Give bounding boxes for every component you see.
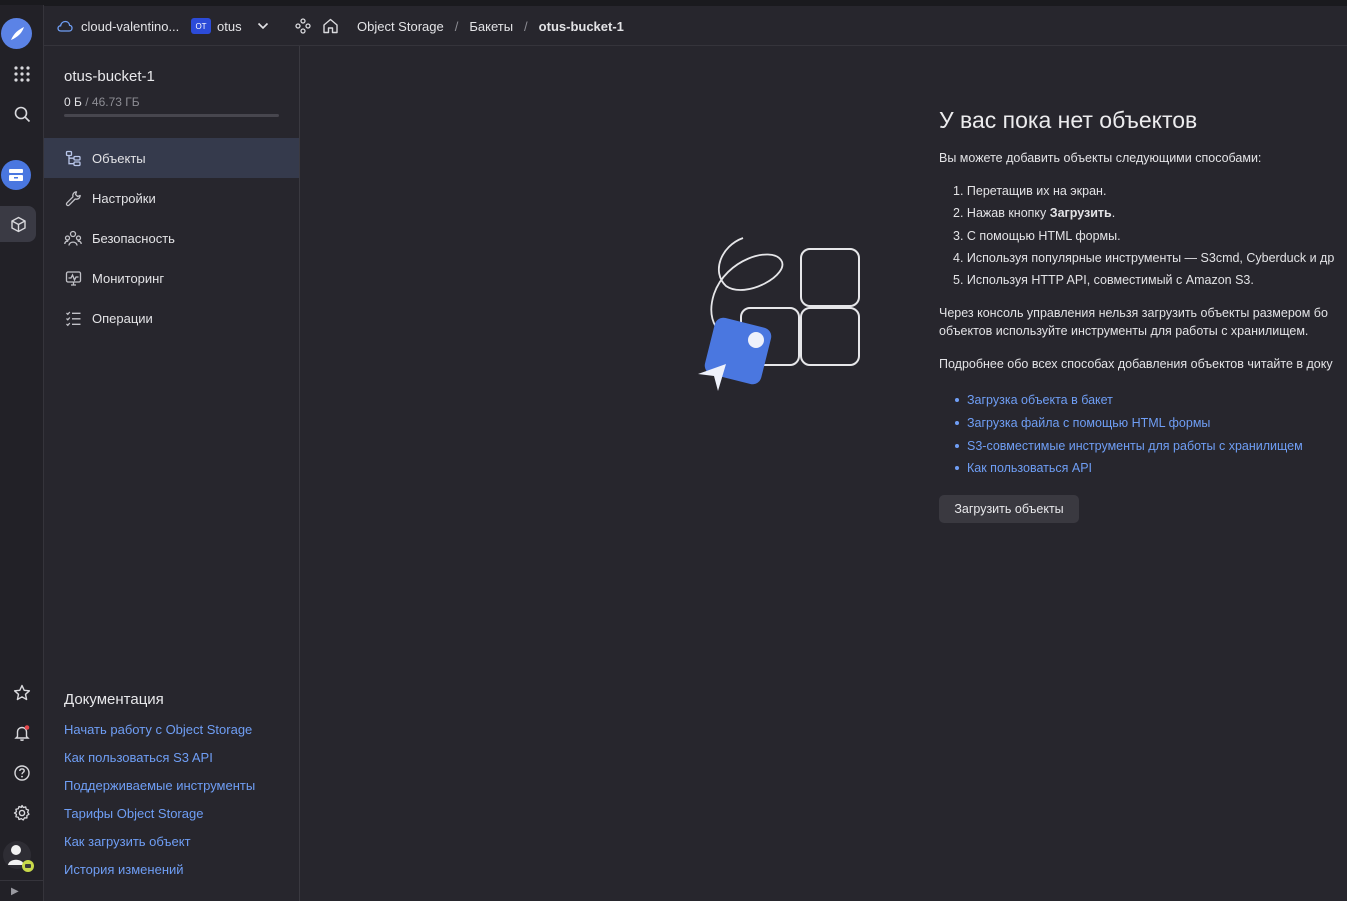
upload-methods-list: 1. Перетащив их на экран. 2. Нажав кнопк… [953,184,1334,295]
empty-state-title: У вас пока нет объектов [939,107,1198,133]
step-number: 3. [953,228,964,243]
apps-grid-icon[interactable] [0,54,44,94]
monitor-icon [64,269,82,287]
doc-link-pricing[interactable]: Тарифы Object Storage [64,806,203,821]
nav-label: Мониторинг [92,270,165,286]
docs-title: Документация [64,691,164,708]
folder-selector[interactable]: ОТ otus [191,6,269,46]
list-item: 5. Используя HTTP API, совместимый с Ama… [953,273,1334,295]
bullet [955,443,959,448]
list-item: S3-совместимые инструменты для работы с … [955,434,1303,457]
step-text: С помощью HTML формы. [966,228,1121,243]
list-item: 3. С помощью HTML формы. [953,229,1334,251]
list-item: 2. Нажав кнопку Загрузить. [953,206,1334,228]
usage-quota: / 46.73 ГБ [85,95,140,109]
step-number: 2. [953,206,964,221]
list-item: 4. Используя популярные инструменты — S3… [953,251,1334,273]
bucket-sidebar: otus-bucket-1 0 Б / 46.73 ГБ Объекты Нас… [44,46,300,901]
folder-name: otus [217,18,242,34]
objects-icon [64,149,82,167]
nav-item-objects[interactable]: Объекты [44,138,299,178]
nav-label: Безопасность [92,230,175,246]
doc-link-supported-tools[interactable]: Поддерживаемые инструменты [64,778,255,793]
bucket-usage: 0 Б / 46.73 ГБ [64,95,140,109]
usage-bar [64,114,279,117]
icon-rail: ▶ [0,0,44,901]
nav-item-monitoring[interactable]: Мониторинг [44,258,299,298]
users-icon [64,229,82,247]
list-item: Загрузка файла с помощью HTML формы [955,412,1303,435]
rail-top-strip [0,0,44,5]
empty-state-illustration [696,234,866,399]
help-link-api[interactable]: Как пользоваться API [967,461,1092,475]
main-content: У вас пока нет объектов Вы можете добави… [300,46,1347,901]
help-links-list: Загрузка объекта в бакет Загрузка файла … [955,389,1303,480]
nav-label: Объекты [92,150,146,166]
step-number: 1. [953,184,964,198]
wrench-icon [64,189,82,207]
step-number: 4. [953,250,964,265]
step-bold-text: Загрузить [1049,206,1112,221]
star-icon[interactable] [0,673,44,713]
size-limit-note-line: Через консоль управления нельзя загрузит… [939,306,1328,320]
bucket-name: otus-bucket-1 [64,68,155,85]
bullet [955,421,959,426]
nav-item-operations[interactable]: Операции [44,298,299,338]
size-limit-note: Через консоль управления нельзя загрузит… [939,304,1328,340]
upload-objects-button[interactable]: Загрузить объекты [939,495,1079,523]
doc-link-upload-object[interactable]: Как загрузить объект [64,834,191,849]
storage-icon[interactable] [1,160,31,190]
step-text: Используя популярные инструменты — S3cmd… [966,250,1335,265]
breadcrumb-object-storage[interactable]: Object Storage [357,19,444,34]
services-icon[interactable] [295,6,311,46]
cloud-icon [57,20,73,32]
doc-link-s3-api[interactable]: Как пользоваться S3 API [64,750,213,765]
usage-used: 0 Б [64,95,82,109]
help-link-upload-object[interactable]: Загрузка объекта в бакет [967,393,1113,407]
nav-item-settings[interactable]: Настройки [44,178,299,218]
breadcrumb-separator: / [524,18,528,34]
expand-rail-button[interactable]: ▶ [0,880,44,901]
header-bar: cloud-valentino... ОТ otus Object Storag… [44,5,1347,46]
list-item: Загрузка объекта в бакет [955,389,1303,412]
nav-item-security[interactable]: Безопасность [44,218,299,258]
home-icon[interactable] [322,6,339,46]
step-text-end: . [1111,206,1116,221]
help-link-s3-tools[interactable]: S3-совместимые инструменты для работы с … [967,439,1303,453]
search-icon[interactable] [0,94,44,134]
size-limit-note-line: объектов используйте инструменты для раб… [939,324,1309,338]
step-number: 5. [953,273,964,288]
docs-note: Подробнее обо всех способах добавления о… [939,357,1333,371]
cloud-name: cloud-valentino... [81,18,180,34]
avatar[interactable] [3,838,34,872]
breadcrumb-separator: / [454,18,459,34]
list-icon [64,309,82,327]
list-item: Как пользоваться API [955,457,1303,480]
bell-icon[interactable] [0,713,44,753]
cloud-selector[interactable]: cloud-valentino... [57,6,179,46]
bullet [955,466,959,471]
breadcrumb-buckets[interactable]: Бакеты [469,19,513,34]
step-text: Используя HTTP API, совместимый с Amazon… [966,273,1254,288]
bullet [955,398,959,403]
package-icon[interactable] [0,204,36,244]
folder-badge: ОТ [191,18,211,34]
logo-icon[interactable] [1,18,32,49]
breadcrumb-current-bucket: otus-bucket-1 [538,18,624,34]
gear-icon[interactable] [0,793,44,833]
list-item: 1. Перетащив их на экран. [953,184,1334,206]
step-text: Нажав кнопку [966,206,1050,221]
nav-label: Настройки [92,190,156,206]
breadcrumb: Object Storage / Бакеты / otus-bucket-1 [357,6,624,46]
empty-state-intro: Вы можете добавить объекты следующими сп… [939,151,1262,165]
help-icon[interactable] [0,753,44,793]
nav-label: Операции [92,310,153,326]
doc-link-getting-started[interactable]: Начать работу с Object Storage [64,722,252,737]
chevron-down-icon [257,22,269,30]
step-text: Перетащив их на экран. [966,184,1107,198]
help-link-html-form[interactable]: Загрузка файла с помощью HTML формы [967,416,1210,430]
doc-link-changelog[interactable]: История изменений [64,862,184,877]
